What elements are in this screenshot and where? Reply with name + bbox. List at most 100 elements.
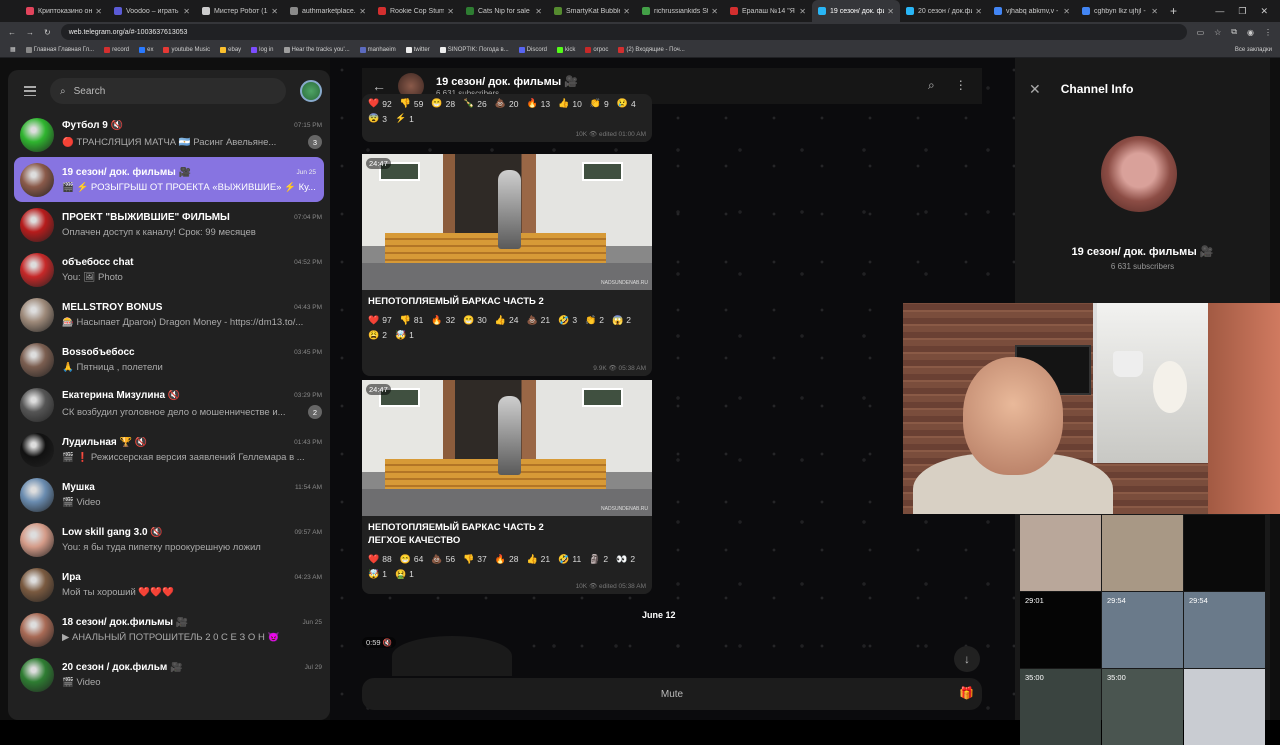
message-post[interactable]: 24:47 NADSUNDENAB.RU НЕПОТОПЛЯЕМЫЙ БАРКА…: [362, 380, 652, 594]
tab-close-icon[interactable]: ✕: [183, 7, 190, 16]
browser-tab[interactable]: Voodoo – играть в ✕: [108, 0, 196, 22]
reaction-chip[interactable]: 😨 3: [368, 113, 387, 124]
chat-list-item[interactable]: ПРОЕКТ "ВЫЖИВШИЕ" ФИЛЬМЫ 07:04 PM Оплаче…: [8, 202, 330, 247]
browser-tab[interactable]: Криптоказино онл ✕: [20, 0, 108, 22]
close-icon[interactable]: ✕: [1029, 81, 1041, 98]
reaction-chip[interactable]: 👍 10: [558, 98, 582, 109]
video-note[interactable]: 0:59 🔇: [362, 632, 652, 676]
all-bookmarks-link[interactable]: Все закладки: [1235, 47, 1280, 53]
reaction-chip[interactable]: 💩 56: [431, 554, 455, 565]
search-icon[interactable]: ⌕: [928, 78, 935, 93]
tab-close-icon[interactable]: ✕: [623, 7, 630, 16]
mute-bar[interactable]: Mute 🎁: [362, 678, 982, 710]
media-thumbnail[interactable]: 35:00: [1102, 669, 1183, 745]
bookmark-item[interactable]: record: [104, 46, 129, 53]
reload-icon[interactable]: ↻: [44, 28, 51, 37]
apps-icon[interactable]: ▦: [10, 46, 16, 53]
tab-close-icon[interactable]: ✕: [359, 7, 366, 16]
reaction-chip[interactable]: 😁 64: [400, 554, 424, 565]
media-thumbnail[interactable]: 35:00: [1020, 669, 1101, 745]
chat-list-item[interactable]: Мушка 11:54 AM 🎬 Video: [8, 472, 330, 517]
tab-close-icon[interactable]: ✕: [799, 7, 806, 16]
reaction-chip[interactable]: 👏 9: [590, 98, 609, 109]
minimize-icon[interactable]: —: [1215, 6, 1224, 16]
tab-close-icon[interactable]: ✕: [271, 7, 278, 16]
media-thumbnail[interactable]: [1020, 515, 1101, 591]
media-thumbnail[interactable]: [1102, 515, 1183, 591]
browser-tab[interactable]: authmarketplace.n ✕: [284, 0, 372, 22]
profile-icon[interactable]: ◉: [1247, 28, 1254, 37]
reaction-chip[interactable]: 😢 4: [617, 98, 636, 109]
reaction-chip[interactable]: 🤣 11: [558, 554, 581, 565]
extensions-icon[interactable]: ⧉: [1231, 27, 1237, 37]
reaction-chip[interactable]: ❤️ 97: [368, 315, 392, 326]
reaction-chip[interactable]: 👎 59: [400, 98, 424, 109]
media-thumbnail[interactable]: 29:54: [1184, 592, 1265, 668]
bookmark-item[interactable]: kick: [557, 46, 575, 53]
reaction-chip[interactable]: 😩 2: [368, 330, 387, 341]
media-thumbnail[interactable]: 29:54: [1102, 592, 1183, 668]
video-thumbnail[interactable]: 24:47 NADSUNDENAB.RU: [362, 154, 652, 290]
video-thumbnail[interactable]: 24:47 NADSUNDENAB.RU: [362, 380, 652, 516]
tab-close-icon[interactable]: ✕: [1063, 7, 1070, 16]
bookmark-item[interactable]: Hear the tracks you'...: [283, 46, 350, 53]
cast-icon[interactable]: ▭: [1197, 28, 1205, 37]
bookmark-item[interactable]: (2) Входящие - Поч...: [618, 46, 685, 53]
channel-avatar-large[interactable]: [1101, 136, 1177, 212]
bookmark-item[interactable]: Discord: [518, 46, 547, 53]
bookmark-item[interactable]: youtube Music: [163, 46, 210, 53]
chat-list-item[interactable]: 19 сезон/ док. фильмы 🎥 Jun 25 🎬 ⚡ РОЗЫГ…: [14, 157, 324, 202]
close-window-icon[interactable]: ✕: [1260, 6, 1268, 17]
chat-list-item[interactable]: 18 сезон/ док.фильмы 🎥 Jun 25 ▶ АНАЛЬНЫЙ…: [8, 607, 330, 652]
stories-avatar[interactable]: [300, 80, 322, 102]
chat-list-item[interactable]: MELLSTROY BONUS 04:43 PM 🎰 Насыпает Драг…: [8, 292, 330, 337]
reaction-chip[interactable]: 👎 81: [400, 315, 424, 326]
chat-list-item[interactable]: Футбол 9 🔇 07:15 PM 🔴 ТРАНСЛЯЦИЯ МАТЧА 🇦…: [8, 112, 330, 157]
reaction-chip[interactable]: 💩 20: [495, 98, 519, 109]
reaction-chip[interactable]: ⚡ 1: [395, 113, 414, 124]
reaction-chip[interactable]: 👎 37: [463, 554, 487, 565]
back-nav-icon[interactable]: ←: [8, 28, 16, 37]
reaction-chip[interactable]: 🔥 13: [526, 98, 550, 109]
chat-list-item[interactable]: Екатерина Мизулина 🔇 03:29 PM СК возбуди…: [8, 382, 330, 427]
bookmark-item[interactable]: orpoc: [585, 46, 608, 53]
chat-list-item[interactable]: Ира 04:23 AM Мой ты хороший ❤️❤️❤️: [8, 562, 330, 607]
browser-tab[interactable]: Мистер Робот (1-4 ✕: [196, 0, 284, 22]
chat-list-item[interactable]: Bossобъебосс 03:45 PM 🙏 Пятница , полете…: [8, 337, 330, 382]
bookmark-item[interactable]: manhaeim: [359, 46, 396, 53]
chat-list-item[interactable]: объебосс chat 04:52 PM You: 🖼 Photo: [8, 247, 330, 292]
gift-icon[interactable]: 🎁: [959, 686, 974, 700]
browser-tab[interactable]: cghbyn lkz ujhjl - G ✕: [1076, 0, 1164, 22]
tab-close-icon[interactable]: ✕: [711, 7, 718, 16]
tab-close-icon[interactable]: ✕: [447, 7, 454, 16]
bookmark-item[interactable]: log in: [251, 46, 274, 53]
reaction-chip[interactable]: 🔥 32: [431, 315, 455, 326]
reaction-chip[interactable]: 😁 30: [463, 315, 487, 326]
reaction-chip[interactable]: 🤣 3: [558, 315, 577, 326]
media-thumbnail[interactable]: [1184, 515, 1265, 591]
browser-tab[interactable]: 19 сезон/ док. фи ✕: [812, 0, 900, 22]
media-thumbnail[interactable]: 29:01: [1020, 592, 1101, 668]
reaction-chip[interactable]: 👏 2: [585, 315, 604, 326]
tab-close-icon[interactable]: ✕: [95, 7, 102, 16]
restore-icon[interactable]: ❐: [1238, 6, 1246, 17]
message-post[interactable]: ❤️ 92 👎 59 😁 28 🍾 26 💩 20 🔥 13 👍 10 👏 9 😢 4 😨 3 ⚡ 1 10K 👁 edi…: [362, 94, 652, 142]
reaction-chip[interactable]: ❤️ 88: [368, 554, 392, 565]
bookmark-item[interactable]: SINOPTIK: Погода в...: [439, 46, 509, 53]
reaction-chip[interactable]: 🍾 26: [463, 98, 487, 109]
search-input[interactable]: ⌕ Search: [50, 78, 286, 104]
browser-menu-icon[interactable]: ⋮: [1264, 28, 1272, 37]
scroll-down-button[interactable]: ↓: [954, 646, 980, 672]
message-post[interactable]: 24:47 NADSUNDENAB.RU НЕПОТОПЛЯЕМЫЙ БАРКА…: [362, 154, 652, 376]
reaction-chip[interactable]: 🔥 28: [495, 554, 519, 565]
bookmark-item[interactable]: twitter: [405, 46, 430, 53]
browser-tab[interactable]: vjhabq abkmv,v - G ✕: [988, 0, 1076, 22]
bookmark-item[interactable]: ebay: [220, 46, 241, 53]
reaction-chip[interactable]: 👍 21: [526, 554, 550, 565]
reaction-chip[interactable]: ❤️ 92: [368, 98, 392, 109]
reaction-chip[interactable]: 💩 21: [526, 315, 550, 326]
chat-list-item[interactable]: 20 сезон / док.фильм 🎥 Jul 29 🎬 Video: [8, 652, 330, 697]
bookmark-star-icon[interactable]: ☆: [1214, 28, 1221, 37]
browser-tab[interactable]: Rookie Cop Stumbli✕: [372, 0, 460, 22]
chat-list-item[interactable]: Лудильная 🏆 🔇 01:43 PM 🎬 ❗ Режиссерская …: [8, 427, 330, 472]
